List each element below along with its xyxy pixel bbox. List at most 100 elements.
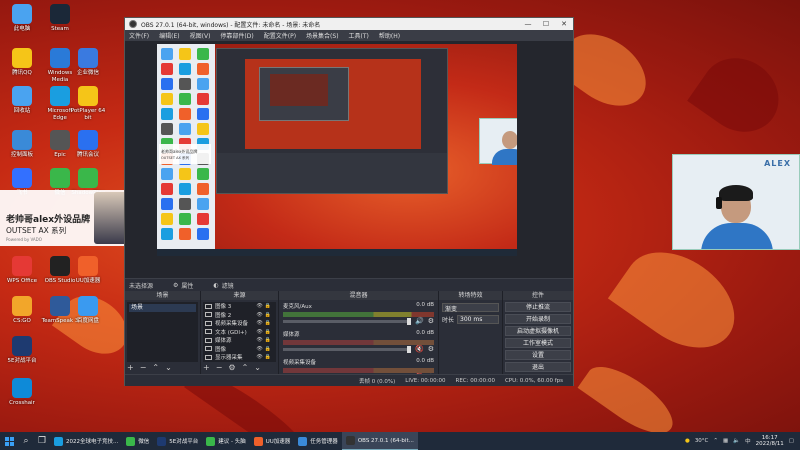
notification-icon[interactable]: ▢ <box>789 438 794 444</box>
obs-titlebar[interactable]: OBS 27.0.1 (64-bit, windows) - 配置文件: 未命名… <box>125 18 573 30</box>
start-virtual-camera-button[interactable]: 启动虚拟摄像机 <box>505 326 571 336</box>
visibility-lock-icons[interactable]: 👁🔒 <box>256 329 273 335</box>
scenes-header: 场景 <box>125 291 200 300</box>
source-item[interactable]: 图像 2 👁🔒 <box>203 311 276 320</box>
desktop-icon[interactable]: 5E对战平台 <box>2 336 42 365</box>
speaker-icon[interactable]: 🔊 <box>415 317 424 325</box>
mixer-channel: 麦克风/Aux 0.0 dB 🔊 ⚙ <box>279 300 438 328</box>
source-type-icon <box>205 303 212 309</box>
rec-timer: REC: 00:00:00 <box>455 377 495 384</box>
volume-slider[interactable] <box>283 345 411 353</box>
move-up-icon[interactable]: ⌃ <box>152 363 159 373</box>
source-item[interactable]: 文本 (GDI+) 👁🔒 <box>203 328 276 337</box>
visibility-lock-icons[interactable]: 👁🔒 <box>256 337 273 343</box>
desktop-icon[interactable]: 控制面板 <box>2 130 42 159</box>
visibility-lock-icons[interactable]: 👁🔒 <box>256 346 273 352</box>
desktop-icon-label: 此电脑 <box>13 26 31 32</box>
source-list[interactable]: 图像 3 👁🔒 图像 2 👁🔒 视频采集设备 👁🔒 文本 (GDI+) 👁🔒 媒体源 👁🔒 图像 👁🔒… <box>203 302 276 362</box>
desktop-icon[interactable]: 腾讯QQ <box>2 48 42 77</box>
menu-help[interactable]: 帮助(H) <box>379 31 400 40</box>
muted-speaker-icon[interactable]: 🔇 <box>415 345 424 353</box>
source-item[interactable]: 图像 👁🔒 <box>203 345 276 354</box>
gear-icon[interactable]: ⚙ <box>428 317 434 325</box>
move-up-icon[interactable]: ⌃ <box>242 363 249 373</box>
gear-icon[interactable]: ⚙ <box>428 345 434 353</box>
source-label: 图像 3 <box>215 304 232 311</box>
desktop-icon[interactable]: 百度网盘 <box>68 296 108 325</box>
source-item[interactable]: 图像 3 👁🔒 <box>203 302 276 311</box>
desktop-icon[interactable]: Windows Media <box>40 48 80 84</box>
taskbar-app[interactable]: UU加速器 <box>250 432 295 450</box>
taskbar-app[interactable]: 微信 <box>122 432 153 450</box>
channel-name: 视频采集设备 <box>283 360 317 366</box>
clock[interactable]: 16:17 2022/8/11 <box>756 435 784 447</box>
preview-canvas[interactable]: 老帅哥alex外设品牌 OUTSET AX 系列 <box>157 44 517 256</box>
menu-view[interactable]: 视图(V) <box>190 31 211 40</box>
studio-mode-button[interactable]: 工作室模式 <box>505 338 571 348</box>
taskbar-app[interactable]: 5E对战平台 <box>153 432 202 450</box>
move-down-icon[interactable]: ⌄ <box>165 363 172 373</box>
weather-icon[interactable]: ● <box>685 438 690 444</box>
exit-button[interactable]: 退出 <box>505 362 571 372</box>
move-down-icon[interactable]: ⌄ <box>254 363 261 373</box>
scene-item[interactable]: 场景 <box>129 304 196 312</box>
obs-preview[interactable]: 老帅哥alex外设品牌 OUTSET AX 系列 <box>125 41 573 278</box>
settings-button[interactable]: 设置 <box>505 350 571 360</box>
menu-profile[interactable]: 配置文件(P) <box>264 31 296 40</box>
menu-file[interactable]: 文件(F) <box>129 31 149 40</box>
menu-edit[interactable]: 编辑(E) <box>159 31 179 40</box>
menu-tools[interactable]: 工具(T) <box>349 31 369 40</box>
desktop-icon[interactable]: 此电脑 <box>2 4 42 33</box>
system-tray: ● 30°C ⌃ ▦ 🔈 中 16:17 2022/8/11 ▢ <box>685 435 800 447</box>
start-button[interactable] <box>0 432 18 450</box>
source-item[interactable]: 媒体源 👁🔒 <box>203 336 276 345</box>
volume-icon[interactable]: 🔈 <box>733 438 740 444</box>
properties-button[interactable]: ⚙ 属性 <box>173 281 193 290</box>
close-button[interactable]: ✕ <box>555 18 573 30</box>
remove-source-icon[interactable]: − <box>216 363 223 373</box>
visibility-lock-icons[interactable]: 👁🔒 <box>256 312 273 318</box>
obs-window[interactable]: OBS 27.0.1 (64-bit, windows) - 配置文件: 未命名… <box>124 17 574 386</box>
visibility-lock-icons[interactable]: 👁🔒 <box>256 354 273 360</box>
desktop-icon[interactable]: PotPlayer 64 bit <box>68 86 108 122</box>
ime-indicator[interactable]: 中 <box>745 437 751 445</box>
add-scene-icon[interactable]: + <box>127 363 134 373</box>
visibility-lock-icons[interactable]: 👁🔒 <box>256 303 273 309</box>
duration-input[interactable]: 300 ms <box>457 315 499 324</box>
taskbar-app[interactable]: 2022全球电子竞技... <box>50 432 122 450</box>
source-item[interactable]: 显示器采集 👁🔒 <box>203 353 276 362</box>
visibility-lock-icons[interactable]: 👁🔒 <box>256 320 273 326</box>
temperature[interactable]: 30°C <box>695 438 709 444</box>
desktop-icon[interactable]: Crosshair <box>2 378 42 407</box>
stop-streaming-button[interactable]: 停止推流 <box>505 302 571 312</box>
desktop-icon[interactable]: UU加速器 <box>68 256 108 285</box>
desktop-icon[interactable]: 腾讯会议 <box>68 130 108 159</box>
source-settings-icon[interactable]: ⚙ <box>228 363 235 373</box>
maximize-button[interactable]: ☐ <box>537 18 555 30</box>
desktop-icon[interactable]: 回收站 <box>2 86 42 115</box>
source-item[interactable]: 视频采集设备 👁🔒 <box>203 319 276 328</box>
channel-db: 0.0 dB <box>416 330 434 336</box>
app-icon <box>12 86 32 106</box>
desktop-icon-label: UU加速器 <box>75 278 101 284</box>
add-source-icon[interactable]: + <box>203 363 210 373</box>
desktop-icon[interactable]: Steam <box>40 4 80 33</box>
filters-button[interactable]: ◐ 滤镜 <box>213 281 233 290</box>
desktop-icon[interactable]: WPS Office <box>2 256 42 285</box>
menu-scene-collection[interactable]: 场景集合(S) <box>306 31 339 40</box>
volume-slider[interactable] <box>283 317 411 325</box>
tray-chevron-icon[interactable]: ⌃ <box>713 438 718 444</box>
search-icon[interactable]: ⌕ <box>18 432 34 450</box>
transition-select[interactable]: 渐变 <box>442 303 499 313</box>
task-view-icon[interactable]: ❐ <box>34 432 50 450</box>
taskbar-app[interactable]: 建议 - 头脑 <box>202 432 249 450</box>
start-recording-button[interactable]: 开始录制 <box>505 314 571 324</box>
desktop-icon[interactable]: CS:GO <box>2 296 42 325</box>
menu-docks[interactable]: 停靠部件(D) <box>220 31 253 40</box>
scene-list[interactable]: 场景 <box>127 302 198 362</box>
minimize-button[interactable]: — <box>519 18 537 30</box>
taskbar-app[interactable]: 任务管理器 <box>294 432 342 450</box>
remove-scene-icon[interactable]: − <box>140 363 147 373</box>
network-icon[interactable]: ▦ <box>723 438 728 444</box>
taskbar-app[interactable]: OBS 27.0.1 (64-bit... <box>341 432 418 450</box>
